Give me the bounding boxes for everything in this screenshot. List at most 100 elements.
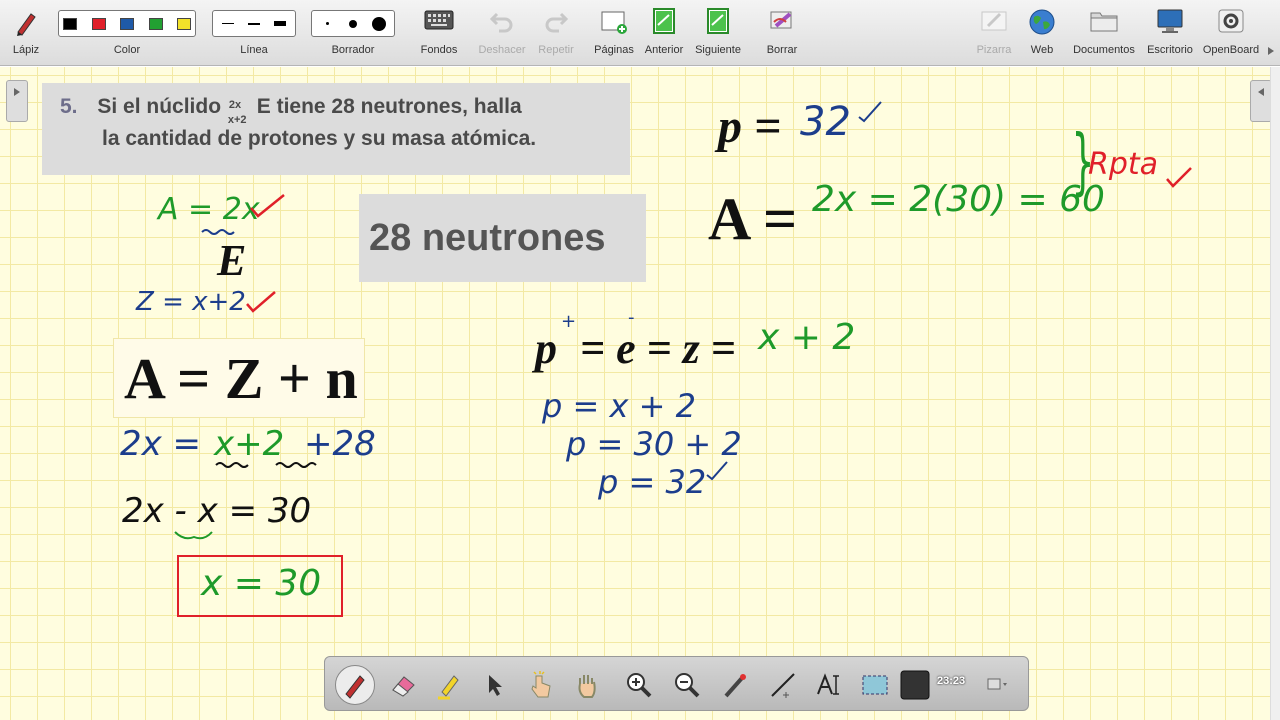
check-mark-icon xyxy=(706,461,728,481)
line-tool-button[interactable] xyxy=(763,665,803,705)
brace-mark xyxy=(174,531,213,540)
pen-tool-button[interactable] xyxy=(335,665,375,705)
board-mode-button[interactable]: Pizarra xyxy=(970,0,1018,66)
color-swatch-red[interactable] xyxy=(91,17,106,30)
proton-label: p = xyxy=(718,100,782,153)
color-swatch-blue[interactable] xyxy=(120,17,134,30)
problem-number: 5. xyxy=(60,95,78,118)
pen-icon xyxy=(345,675,365,699)
scroll-right-arrow-icon[interactable] xyxy=(1266,46,1276,56)
monitor-icon xyxy=(1157,9,1183,33)
redo-icon xyxy=(545,12,569,33)
arrow-right-icon xyxy=(14,88,20,96)
text-tool-button[interactable] xyxy=(809,665,849,705)
whiteboard-icon xyxy=(981,11,1007,31)
hand-tool-button[interactable] xyxy=(567,665,607,705)
next-page-icon xyxy=(707,8,729,34)
laser-pointer-icon xyxy=(724,674,746,698)
equation-step1-left: 2x = xyxy=(120,424,202,464)
equation-step1-right: +28 xyxy=(304,424,376,464)
pointing-hand-icon xyxy=(531,671,551,698)
right-panel-toggle[interactable] xyxy=(1250,80,1272,122)
palette-options-button[interactable] xyxy=(981,665,1017,705)
backgrounds-button[interactable]: Fondos xyxy=(414,0,464,66)
eraser-large[interactable] xyxy=(368,14,390,34)
line-medium[interactable] xyxy=(243,22,265,25)
proton-chain-p: p xyxy=(535,324,557,373)
problem-text-line2: la cantidad de protones y su masa atómic… xyxy=(102,127,537,150)
atomic-number-label: x+2 xyxy=(227,114,247,127)
documents-button[interactable]: Documentos xyxy=(1068,0,1140,66)
check-mark-icon xyxy=(1166,167,1192,188)
formula-image[interactable]: A = Z + n xyxy=(113,338,365,418)
eraser-tool[interactable]: Borrador xyxy=(309,0,397,66)
capture-tool-button[interactable] xyxy=(855,665,895,705)
video-recorder-button[interactable] xyxy=(897,665,933,705)
problem-image[interactable]: 5. Si el núclido 2x x+2 E tiene 28 neutr… xyxy=(42,83,630,175)
problem-text-line1-a: Si el núclido xyxy=(97,95,222,118)
zoom-in-icon xyxy=(627,673,652,698)
line-tool[interactable]: Línea xyxy=(210,0,298,66)
zoom-in-button[interactable] xyxy=(619,665,659,705)
clip-text: 28 neutrones xyxy=(369,217,606,259)
proton-chain-value: x + 2 xyxy=(758,317,856,358)
atomic-number-note: Z = x+2 xyxy=(136,287,246,317)
neutrons-clip-image[interactable]: 28 neutrones xyxy=(359,194,646,282)
left-panel-toggle[interactable] xyxy=(6,80,28,122)
keyboard-icon xyxy=(424,10,454,30)
web-button[interactable]: Web xyxy=(1020,0,1064,66)
globe-icon xyxy=(1029,9,1055,35)
pages-button[interactable]: Páginas xyxy=(590,0,638,66)
proton-charge-plus: + xyxy=(561,311,577,332)
color-swatch-green[interactable] xyxy=(148,17,163,30)
text-icon xyxy=(817,673,839,695)
previous-page-button[interactable]: Anterior xyxy=(640,0,688,66)
color-swatch-black[interactable] xyxy=(63,17,77,30)
whiteboard-canvas[interactable]: 5. Si el núclido 2x x+2 E tiene 28 neutr… xyxy=(0,67,1280,720)
gear-icon xyxy=(1218,9,1244,33)
problem-text-line1-b: E tiene 28 neutrones, halla xyxy=(256,95,522,118)
desktop-button[interactable]: Escritorio xyxy=(1142,0,1198,66)
undo-button[interactable]: Deshacer xyxy=(477,0,527,66)
eraser-medium[interactable] xyxy=(342,14,364,34)
openboard-menu-button[interactable]: OpenBoard xyxy=(1200,0,1262,66)
zoom-out-icon xyxy=(675,673,700,698)
undo-icon xyxy=(489,12,513,33)
line-thick[interactable] xyxy=(269,21,291,26)
next-page-button[interactable]: Siguiente xyxy=(690,0,746,66)
laser-pointer-button[interactable] xyxy=(715,665,755,705)
color-swatch-yellow[interactable] xyxy=(177,17,191,30)
top-toolbar: Lápiz Color Línea Borrador Fondos Deshac… xyxy=(0,0,1280,66)
screen-capture-icon xyxy=(862,675,888,695)
cursor-arrow-icon xyxy=(489,675,502,696)
color-tool[interactable]: Color xyxy=(56,0,198,66)
result-box: x = 30 xyxy=(177,555,343,617)
mass-formula: A = Z + n xyxy=(124,345,358,412)
line-width-palette xyxy=(212,10,296,37)
check-mark-icon xyxy=(246,291,276,313)
mass-number-note: A = 2x xyxy=(158,192,260,227)
clock-display: 23:23 xyxy=(937,675,966,687)
element-symbol: E xyxy=(217,236,247,285)
color-palette xyxy=(58,10,196,37)
selector-tool-button[interactable] xyxy=(475,665,515,705)
zoom-out-button[interactable] xyxy=(667,665,707,705)
line-icon xyxy=(771,673,795,698)
check-mark-icon xyxy=(858,101,882,123)
mass-formula-text: A = Z + n xyxy=(124,346,358,411)
previous-page-icon xyxy=(653,8,675,34)
vertical-scrollbar[interactable] xyxy=(1270,67,1280,720)
eraser-tool-button[interactable] xyxy=(383,665,423,705)
proton-step1: p = x + 2 xyxy=(542,387,696,425)
equation-step2: 2x - x = 30 xyxy=(122,491,312,531)
folder-icon xyxy=(1090,12,1118,32)
highlighter-tool-button[interactable] xyxy=(429,665,469,705)
eraser-small[interactable] xyxy=(316,14,338,34)
interact-tool-button[interactable] xyxy=(521,665,561,705)
redo-button[interactable]: Repetir xyxy=(532,0,580,66)
line-thin[interactable] xyxy=(217,23,239,24)
pen-tool[interactable]: Lápiz xyxy=(4,0,48,66)
eraser-icon xyxy=(392,676,415,697)
clear-page-button[interactable]: Borrar xyxy=(758,0,806,66)
proton-electron-chain: = e = z = xyxy=(580,324,736,373)
